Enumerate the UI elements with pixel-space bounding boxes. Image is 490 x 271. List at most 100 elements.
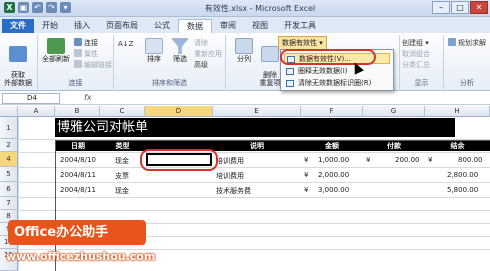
- row-header[interactable]: 6: [0, 182, 18, 197]
- data-validation-button[interactable]: 数据有效性 ▾: [278, 36, 327, 50]
- sort-button[interactable]: 排序: [140, 38, 168, 63]
- cell-type[interactable]: 现金: [115, 186, 129, 196]
- formula-bar: D4 fx: [0, 92, 490, 105]
- tab-file[interactable]: 文件: [2, 19, 34, 33]
- menu-item-label: 清除无效数据标识圈(R): [298, 79, 372, 87]
- text-to-columns-label: 分列: [237, 55, 251, 63]
- cell-currency: ¥: [428, 156, 433, 164]
- cell-amount[interactable]: 3,000.00: [318, 186, 349, 194]
- filter-label: 筛选: [173, 55, 187, 63]
- cell-amount[interactable]: 1,000.00: [318, 156, 349, 164]
- cell-amount[interactable]: 2,000.00: [318, 171, 349, 179]
- column-header[interactable]: F: [301, 106, 363, 117]
- highlight-ring-cell: [140, 149, 218, 171]
- reapply-button[interactable]: 重新应用: [194, 49, 222, 59]
- header-type: 类型: [100, 141, 145, 151]
- filter-button[interactable]: 筛选: [166, 38, 194, 63]
- properties-button[interactable]: 属性: [74, 49, 98, 59]
- cell-balance[interactable]: 800.00: [458, 156, 483, 164]
- clear-button[interactable]: 清除: [194, 38, 208, 48]
- tab-developer[interactable]: 开发工具: [276, 19, 324, 33]
- fx-icon[interactable]: fx: [84, 93, 92, 102]
- edit-links-icon: [74, 60, 82, 68]
- customize-qat-icon[interactable]: ▾: [60, 2, 71, 13]
- tab-review[interactable]: 审阅: [212, 19, 244, 33]
- cell-currency: ¥: [304, 171, 309, 179]
- column-header[interactable]: A: [18, 106, 55, 117]
- column-header[interactable]: C: [100, 106, 145, 117]
- group-button[interactable]: 创建组 ▾: [402, 38, 429, 48]
- text-to-columns-button[interactable]: 分列: [230, 38, 258, 63]
- excel-icon[interactable]: X: [4, 2, 15, 13]
- subtotal-label: 分类汇总: [402, 61, 430, 69]
- tab-data[interactable]: 数据: [178, 19, 212, 33]
- refresh-all-button[interactable]: 全部刷新: [42, 38, 70, 63]
- group-sort-filter: A↓Z 排序 筛选 清除 重新应用 高级 排序和筛选: [114, 35, 226, 89]
- link-icon: [74, 38, 82, 46]
- column-header[interactable]: H: [425, 106, 490, 117]
- row-header[interactable]: 2: [0, 139, 18, 152]
- cell-date[interactable]: 2004/8/11: [60, 186, 96, 194]
- get-external-data-button[interactable]: 获取 外部数据: [4, 38, 32, 87]
- tab-insert[interactable]: 插入: [66, 19, 98, 33]
- name-box[interactable]: D4: [2, 93, 60, 104]
- refresh-icon: [47, 38, 65, 54]
- window-title: 有效性.xlsx - Microsoft Excel: [204, 4, 316, 13]
- ribbon: 获取 外部数据 全部刷新 连接 属性 编辑链接 连接 A↓Z 排序 筛选 清除 …: [0, 33, 490, 91]
- ungroup-label: 取消组合: [402, 50, 430, 58]
- data-validation-label: 数据有效性: [282, 39, 317, 47]
- header-balance: 结余: [425, 141, 490, 151]
- brand-logo: Office办公助手: [8, 220, 146, 245]
- cell-currency: ¥: [304, 186, 309, 194]
- remove-duplicates-label: 删除 重复项: [259, 71, 281, 87]
- sort-icon: [145, 38, 163, 54]
- column-header[interactable]: G: [363, 106, 425, 117]
- refresh-all-label: 全部刷新: [42, 55, 70, 63]
- get-external-label: 获取 外部数据: [4, 71, 32, 87]
- tab-home[interactable]: 开始: [34, 19, 66, 33]
- column-header[interactable]: E: [213, 106, 301, 117]
- row-header[interactable]: 5: [0, 167, 18, 182]
- tab-page-layout[interactable]: 页面布局: [98, 19, 146, 33]
- menu-item-clear-circles[interactable]: 清除无效数据标识圈(R): [284, 78, 390, 89]
- group-outline: 创建组 ▾ 取消组合 分类汇总 显示: [400, 35, 444, 89]
- restore-button[interactable]: □: [451, 1, 469, 14]
- cell-type[interactable]: 支票: [115, 171, 129, 181]
- sheet-title-banner: 博雅公司对帐单: [55, 118, 455, 137]
- cell-payment[interactable]: 200.00: [395, 156, 420, 164]
- solver-button[interactable]: 规划求解: [448, 38, 486, 48]
- cell-description[interactable]: 培训费用: [216, 156, 244, 166]
- cell-balance[interactable]: 5,800.00: [447, 186, 478, 194]
- tab-view[interactable]: 视图: [244, 19, 276, 33]
- save-icon[interactable]: ▣: [18, 2, 29, 13]
- undo-icon[interactable]: ↶: [32, 2, 43, 13]
- cell-description[interactable]: 培训费用: [216, 171, 244, 181]
- solver-icon: [448, 38, 456, 46]
- connections-button[interactable]: 连接: [74, 38, 98, 48]
- close-button[interactable]: ✕: [470, 1, 488, 14]
- cell-date[interactable]: 2004/8/10: [60, 156, 96, 164]
- row-header-selected[interactable]: 4: [0, 152, 18, 167]
- edit-links-button[interactable]: 编辑链接: [74, 60, 112, 70]
- column-header[interactable]: B: [55, 106, 100, 117]
- redo-icon[interactable]: ↷: [46, 2, 57, 13]
- cell-date[interactable]: 2004/8/11: [60, 171, 96, 179]
- window-controls: – □ ✕: [432, 1, 488, 14]
- cell-description[interactable]: 技术服务费: [216, 186, 251, 196]
- header-payment: 付款: [363, 141, 425, 151]
- minimize-button[interactable]: –: [432, 1, 450, 14]
- select-all-corner[interactable]: [0, 106, 18, 117]
- advanced-button[interactable]: 高级: [194, 60, 208, 70]
- column-header-selected[interactable]: D: [145, 106, 213, 117]
- sort-az-button[interactable]: A↓Z: [118, 40, 133, 48]
- row-header[interactable]: 1: [0, 117, 18, 139]
- tab-formulas[interactable]: 公式: [146, 19, 178, 33]
- ungroup-button[interactable]: 取消组合: [402, 49, 430, 59]
- cell-balance[interactable]: 2,800.00: [447, 171, 478, 179]
- menu-item-circle-invalid[interactable]: 圈释无效数据(I): [284, 66, 390, 77]
- row-header[interactable]: 7: [0, 197, 18, 210]
- group-analysis: 规划求解 分析: [444, 35, 490, 89]
- subtotal-button[interactable]: 分类汇总: [402, 60, 430, 70]
- solver-label: 规划求解: [458, 39, 486, 47]
- cell-type[interactable]: 现金: [115, 156, 129, 166]
